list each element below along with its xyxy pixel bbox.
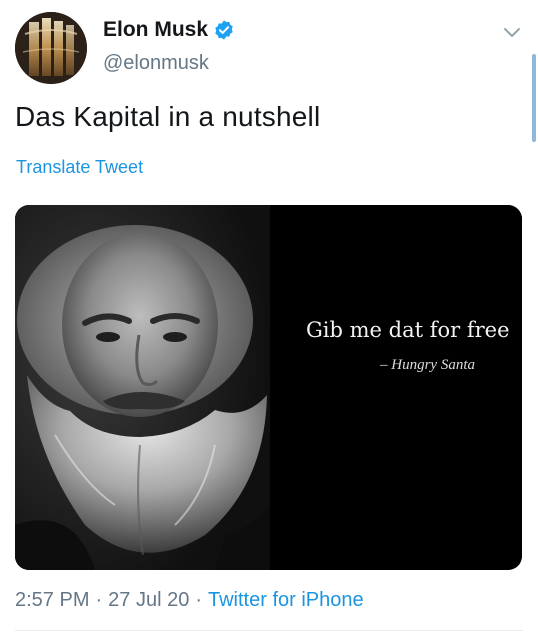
- verified-badge-icon: [215, 20, 233, 40]
- tweet-media-image[interactable]: Gib me dat for free – Hungry Santa: [15, 205, 522, 570]
- tweet-text: Das Kapital in a nutshell: [15, 101, 321, 132]
- chevron-down-icon[interactable]: [500, 20, 524, 44]
- author-name-text: Elon Musk: [103, 18, 209, 41]
- meme-quote: Gib me dat for free: [306, 318, 510, 342]
- meta-separator: ·: [195, 589, 202, 611]
- meme-attribution: – Hungry Santa: [380, 357, 475, 373]
- tweet-date[interactable]: 27 Jul 20: [108, 589, 189, 611]
- meta-separator: ·: [95, 589, 103, 611]
- avatar-image: [15, 12, 87, 84]
- divider: [15, 630, 523, 631]
- scrollbar[interactable]: [532, 54, 536, 142]
- author-avatar[interactable]: [15, 12, 87, 84]
- translate-tweet-link[interactable]: Translate Tweet: [16, 157, 143, 178]
- tweet-card: Elon Musk @elonmusk Das Kapital in a nut…: [0, 0, 538, 640]
- author-handle[interactable]: @elonmusk: [103, 52, 209, 75]
- tweet-time[interactable]: 2:57 PM: [15, 589, 89, 611]
- author-name[interactable]: Elon Musk: [103, 18, 235, 42]
- bearded-man-portrait: [15, 205, 522, 570]
- tweet-metadata: 2:57 PM · 27 Jul 20 · Twitter for iPhone: [15, 589, 364, 612]
- tweet-source-link[interactable]: Twitter for iPhone: [208, 589, 364, 611]
